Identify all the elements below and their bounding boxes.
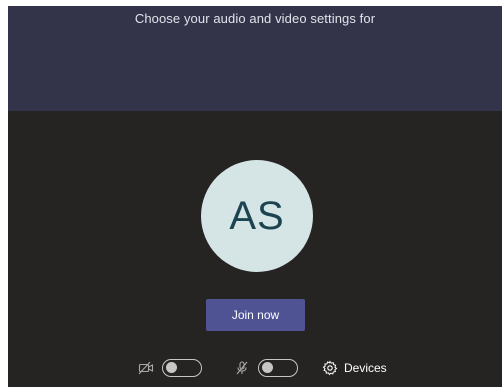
pre-join-dialog: Choose your audio and video settings for…	[8, 6, 502, 387]
join-now-button[interactable]: Join now	[206, 299, 305, 331]
avatar: AS	[201, 160, 313, 272]
camera-off-icon	[138, 361, 154, 375]
camera-toggle[interactable]	[162, 359, 202, 377]
camera-toggle-knob	[166, 362, 177, 373]
avatar-initials: AS	[229, 193, 285, 238]
gear-icon[interactable]	[322, 360, 338, 376]
mic-toggle[interactable]	[258, 359, 298, 377]
devices-button[interactable]: Devices	[344, 361, 387, 375]
mic-toggle-knob	[262, 362, 273, 373]
mic-off-icon	[234, 361, 250, 375]
header: Choose your audio and video settings for	[8, 6, 502, 111]
video-preview: AS Join now Devices	[8, 111, 502, 387]
device-controls: Devices	[8, 356, 502, 380]
header-title: Choose your audio and video settings for	[134, 11, 376, 26]
